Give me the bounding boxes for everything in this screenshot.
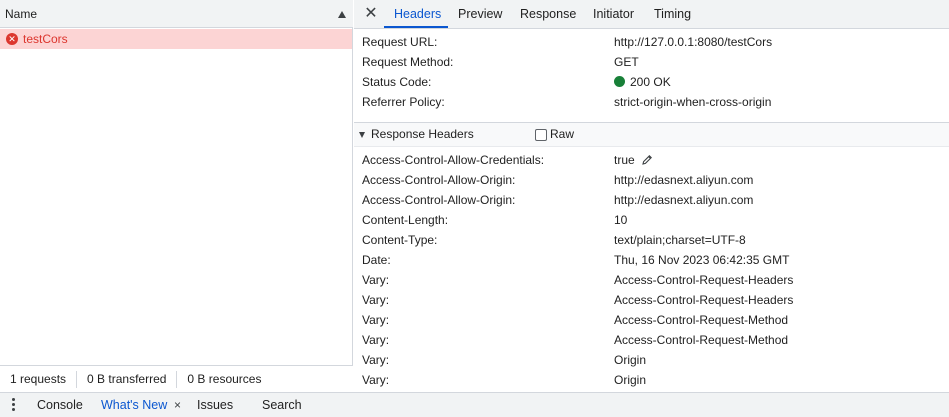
header-value-text: true <box>614 153 635 167</box>
drawer-tab-search[interactable]: Search <box>262 393 302 417</box>
response-header-row: Access-Control-Allow-Credentials: true <box>362 150 942 170</box>
header-key: Access-Control-Allow-Origin: <box>362 193 516 207</box>
header-key: Status Code: <box>362 75 432 89</box>
request-details-pane: ✕ Headers Preview Response Initiator Tim… <box>354 0 949 392</box>
header-key: Vary: <box>362 293 390 307</box>
tab-initiator[interactable]: Initiator <box>593 0 634 29</box>
response-header-row: Vary: Origin <box>362 350 942 370</box>
more-options-icon[interactable] <box>12 398 16 412</box>
name-column-label: Name <box>5 6 38 21</box>
close-whats-new-icon[interactable]: × <box>174 393 181 417</box>
expand-triangle-icon[interactable] <box>359 132 365 138</box>
drawer-tab-whats-new[interactable]: What's New <box>101 393 167 417</box>
header-value[interactable]: 10 <box>614 210 627 230</box>
header-key: Referrer Policy: <box>362 95 445 109</box>
raw-checkbox[interactable] <box>535 129 547 141</box>
tab-headers[interactable]: Headers <box>394 0 441 29</box>
network-summary-bar: 1 requests 0 B transferred 0 B resources <box>0 365 353 392</box>
header-value[interactable]: http://edasnext.aliyun.com <box>614 190 753 210</box>
status-code-text: 200 OK <box>630 75 671 89</box>
header-value[interactable]: Origin <box>614 370 646 390</box>
header-value[interactable]: http://127.0.0.1:8080/testCors <box>614 32 772 52</box>
header-value[interactable]: Access-Control-Request-Method <box>614 310 788 330</box>
header-value[interactable]: http://edasnext.aliyun.com <box>614 170 753 190</box>
response-header-row: Access-Control-Allow-Origin: http://edas… <box>362 190 942 210</box>
response-header-row: Vary: Access-Control-Request-Headers <box>362 270 942 290</box>
response-header-row: Vary: Access-Control-Request-Headers <box>362 290 942 310</box>
header-key: Content-Type: <box>362 233 438 247</box>
status-code-value[interactable]: 200 OK <box>614 72 671 92</box>
response-header-row: Vary: Origin <box>362 370 942 390</box>
header-key: Vary: <box>362 373 390 387</box>
raw-label[interactable]: Raw <box>550 127 574 141</box>
header-value[interactable]: Thu, 16 Nov 2023 06:42:35 GMT <box>614 250 789 270</box>
general-row-status-code: Status Code: 200 OK <box>362 72 942 92</box>
tab-preview[interactable]: Preview <box>458 0 502 29</box>
header-value[interactable]: Access-Control-Request-Method <box>614 330 788 350</box>
name-column-header[interactable]: Name <box>0 0 353 28</box>
response-header-row: Content-Length: 10 <box>362 210 942 230</box>
general-row-referrer-policy: Referrer Policy: strict-origin-when-cros… <box>362 92 942 112</box>
request-row-testcors[interactable]: ✕ testCors <box>0 29 352 49</box>
section-title: Response Headers <box>371 127 474 141</box>
general-row-request-url: Request URL: http://127.0.0.1:8080/testC… <box>362 32 942 52</box>
devtools-network-panel: Name ✕ testCors 1 requests 0 B transferr… <box>0 0 949 417</box>
sort-ascending-icon[interactable] <box>338 11 346 18</box>
request-name: testCors <box>23 32 68 46</box>
header-key: Request URL: <box>362 35 438 49</box>
response-header-row: Vary: Access-Control-Request-Method <box>362 310 942 330</box>
header-value[interactable]: Origin <box>614 350 646 370</box>
response-headers-section-header[interactable]: Response Headers Raw <box>354 122 949 147</box>
header-value[interactable]: GET <box>614 52 639 72</box>
tab-timing[interactable]: Timing <box>654 0 691 29</box>
header-value[interactable]: strict-origin-when-cross-origin <box>614 92 771 112</box>
error-icon: ✕ <box>6 33 18 45</box>
header-key: Content-Length: <box>362 213 449 227</box>
active-tab-indicator <box>384 26 448 28</box>
header-key: Date: <box>362 253 391 267</box>
general-row-request-method: Request Method: GET <box>362 52 942 72</box>
requests-count: 1 requests <box>10 371 67 386</box>
header-value[interactable]: text/plain;charset=UTF-8 <box>614 230 746 250</box>
drawer-tab-issues[interactable]: Issues <box>197 393 233 417</box>
response-header-row: Content-Type: text/plain;charset=UTF-8 <box>362 230 942 250</box>
resources-size: 0 B resources <box>176 370 271 388</box>
header-key: Vary: <box>362 353 390 367</box>
header-key: Vary: <box>362 333 390 347</box>
header-key: Access-Control-Allow-Origin: <box>362 173 516 187</box>
response-header-row: Date: Thu, 16 Nov 2023 06:42:35 GMT <box>362 250 942 270</box>
header-key: Request Method: <box>362 55 454 69</box>
header-value[interactable]: Access-Control-Request-Headers <box>614 290 793 310</box>
drawer-tab-bar: Console What's New × Issues Search <box>0 392 949 417</box>
header-value[interactable]: true <box>614 150 653 170</box>
edit-pencil-icon[interactable] <box>641 154 653 166</box>
header-key: Access-Control-Allow-Credentials: <box>362 153 545 167</box>
header-value[interactable]: Access-Control-Request-Headers <box>614 270 793 290</box>
transferred-size: 0 B transferred <box>76 370 176 388</box>
header-key: Vary: <box>362 273 390 287</box>
status-ok-icon <box>614 76 625 87</box>
details-tab-bar: ✕ Headers Preview Response Initiator Tim… <box>354 0 949 29</box>
request-list-pane: Name ✕ testCors 1 requests 0 B transferr… <box>0 0 353 392</box>
response-header-row: Access-Control-Allow-Origin: http://edas… <box>362 170 942 190</box>
drawer-tab-console[interactable]: Console <box>37 393 83 417</box>
header-key: Vary: <box>362 313 390 327</box>
response-header-row: Vary: Access-Control-Request-Method <box>362 330 942 350</box>
tab-response[interactable]: Response <box>520 0 576 29</box>
close-details-button[interactable]: ✕ <box>362 5 380 23</box>
